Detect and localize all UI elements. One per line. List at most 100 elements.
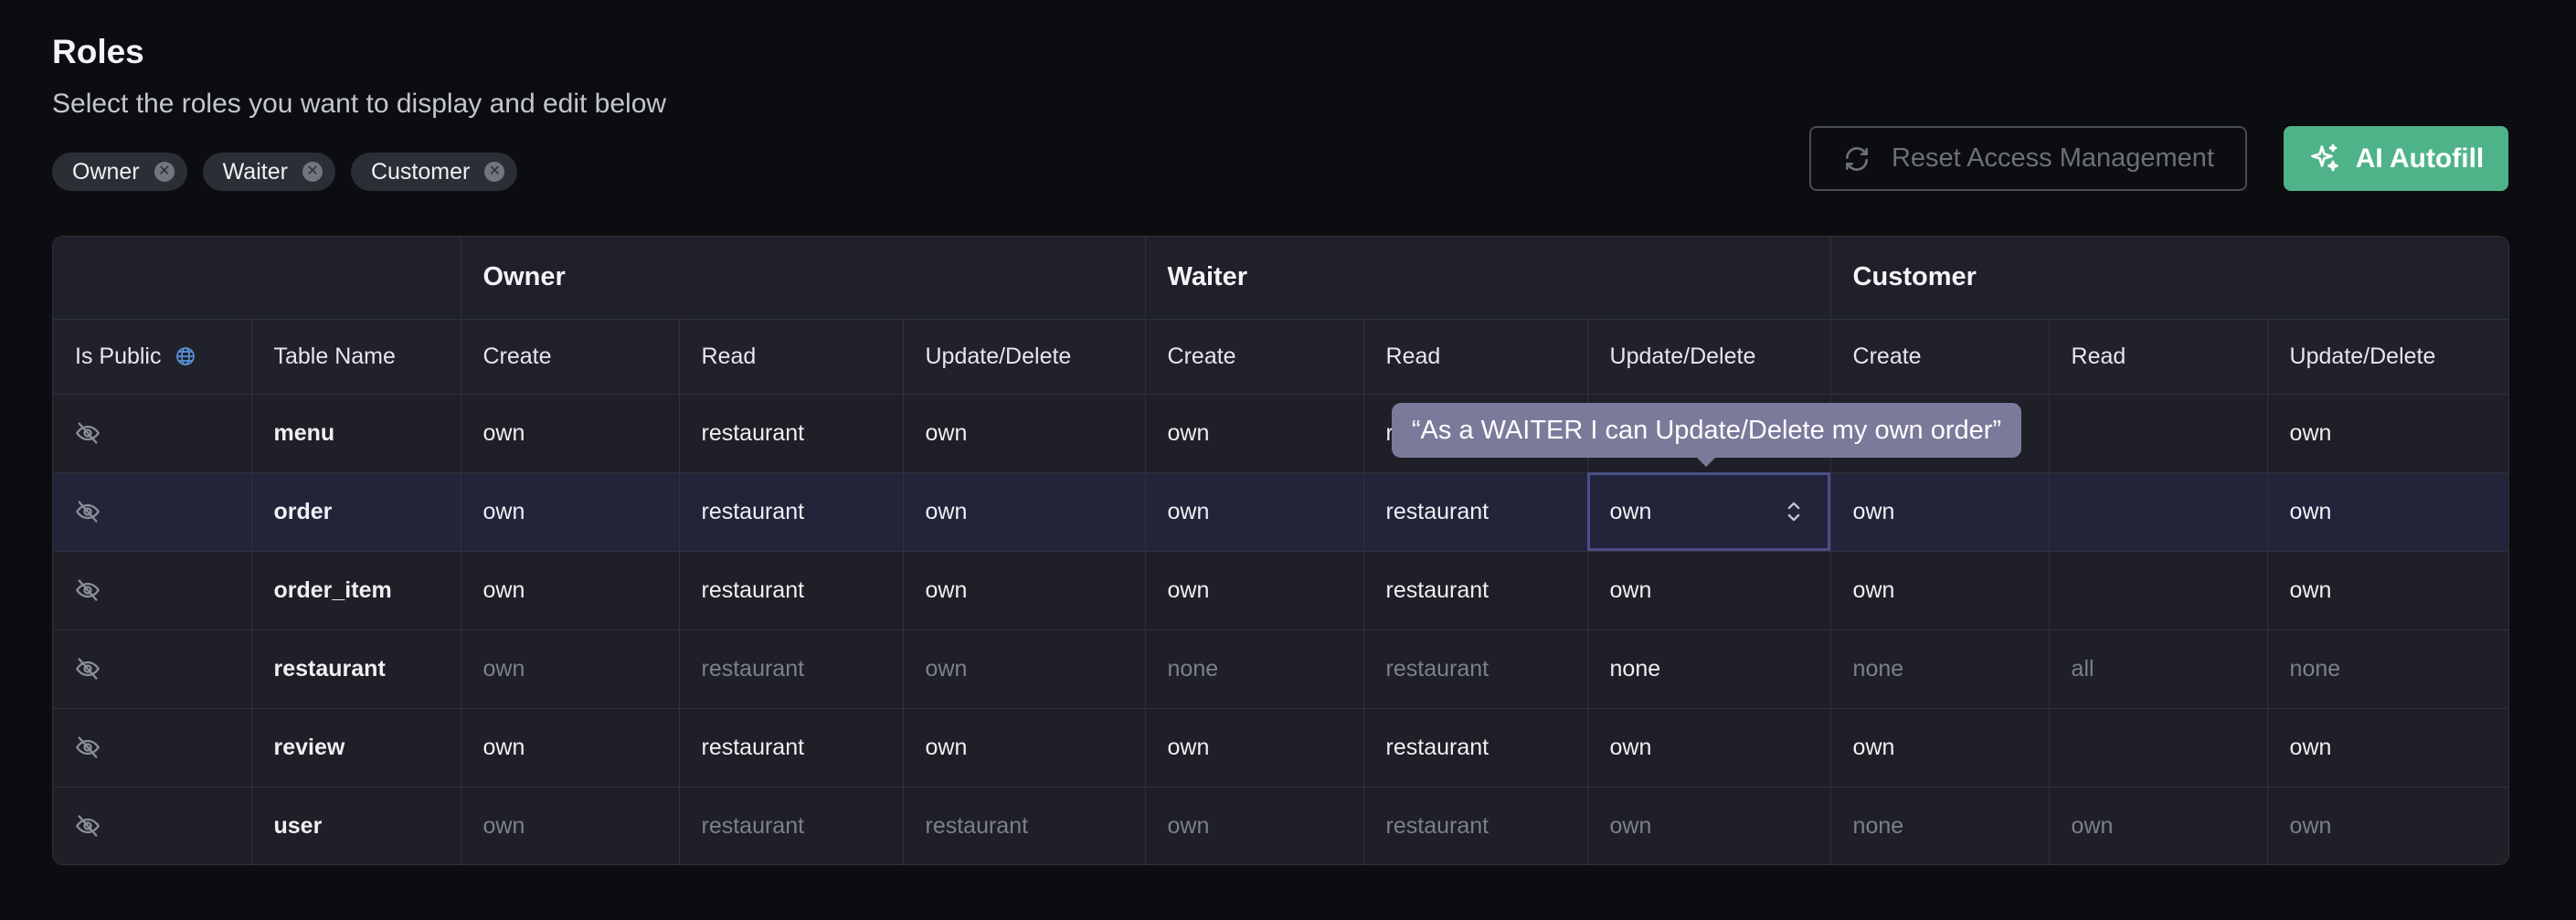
table-name-cell: restaurant — [251, 629, 461, 709]
role-chip-label: Owner — [72, 158, 140, 185]
permission-cell[interactable]: restaurant — [1363, 472, 1588, 552]
role-chip-waiter[interactable]: Waiter ✕ — [202, 153, 335, 191]
permission-cell[interactable]: own — [2267, 708, 2508, 788]
close-circle-icon[interactable]: ✕ — [302, 162, 323, 182]
permission-cell[interactable]: own — [1830, 472, 2050, 552]
permission-cell[interactable]: none — [1145, 629, 1364, 709]
column-header-waiter-read: Read — [1363, 319, 1588, 395]
permission-cell[interactable]: own — [903, 708, 1146, 788]
permission-cell[interactable]: restaurant — [679, 629, 904, 709]
permission-cell[interactable]: own — [461, 551, 680, 630]
permission-cell[interactable] — [2049, 708, 2268, 788]
role-chip-label: Waiter — [222, 158, 288, 185]
table-row: menuownrestaurantownownrestaurantown — [53, 394, 2508, 473]
column-header-owner-read: Read — [679, 319, 904, 395]
permission-cell[interactable]: own — [461, 472, 680, 552]
permission-cell[interactable]: own — [2267, 394, 2508, 473]
permission-cell[interactable]: own — [1145, 551, 1364, 630]
permission-cell[interactable]: own — [461, 708, 680, 788]
column-header-waiter-create: Create — [1145, 319, 1364, 395]
permission-cell[interactable]: own — [1145, 472, 1364, 552]
permission-cell[interactable]: own — [1830, 551, 2050, 630]
permission-cell[interactable]: restaurant — [679, 472, 904, 552]
permission-cell[interactable]: own — [1830, 708, 2050, 788]
permission-cell[interactable]: none — [1587, 629, 1831, 709]
page-title: Roles — [52, 33, 144, 70]
eye-off-icon[interactable] — [75, 499, 101, 524]
permission-cell[interactable]: own — [2049, 787, 2268, 864]
is-public-cell[interactable] — [53, 472, 252, 552]
group-header-waiter: Waiter — [1145, 237, 1831, 320]
role-chip-owner[interactable]: Owner ✕ — [52, 153, 187, 191]
close-circle-icon[interactable]: ✕ — [154, 162, 175, 182]
permission-cell[interactable]: own — [903, 551, 1146, 630]
role-chip-customer[interactable]: Customer ✕ — [350, 153, 518, 191]
permission-cell[interactable]: restaurant — [903, 787, 1146, 864]
column-header-customer-read: Read — [2049, 319, 2268, 395]
permission-cell[interactable]: restaurant — [679, 551, 904, 630]
permission-cell[interactable]: own — [1587, 787, 1831, 864]
reset-button-label: Reset Access Management — [1891, 143, 2214, 173]
reset-access-management-button[interactable]: Reset Access Management — [1809, 126, 2247, 191]
permission-cell[interactable] — [2049, 472, 2268, 552]
permission-tooltip: “As a WAITER I can Update/Delete my own … — [1392, 403, 2021, 458]
table-name-cell: review — [251, 708, 461, 788]
permission-cell[interactable]: own — [1145, 394, 1364, 473]
permission-cell[interactable]: all — [2049, 629, 2268, 709]
eye-off-icon[interactable] — [75, 735, 101, 760]
permission-cell[interactable]: own — [903, 394, 1146, 473]
page: Roles Select the roles you want to displ… — [0, 0, 2576, 920]
permission-cell[interactable] — [2049, 394, 2268, 473]
permission-cell[interactable]: own — [903, 629, 1146, 709]
permission-select-value: own — [1609, 498, 1652, 524]
permission-cell[interactable]: restaurant — [1363, 629, 1588, 709]
permission-cell[interactable]: own — [461, 629, 680, 709]
permission-cell[interactable]: restaurant — [679, 708, 904, 788]
permission-cell[interactable]: own — [2267, 551, 2508, 630]
group-header-empty — [53, 237, 461, 320]
chevron-up-down-icon[interactable] — [1786, 500, 1801, 523]
eye-off-icon[interactable] — [75, 420, 101, 446]
eye-off-icon[interactable] — [75, 656, 101, 682]
permission-cell[interactable]: none — [2267, 629, 2508, 709]
permission-cell[interactable]: restaurant — [1363, 787, 1588, 864]
role-chip-label: Customer — [370, 158, 471, 185]
is-public-cell[interactable] — [53, 787, 252, 864]
permission-cell[interactable]: restaurant — [1363, 551, 1588, 630]
permission-cell[interactable]: own — [1145, 787, 1364, 864]
permission-cell[interactable] — [2049, 551, 2268, 630]
access-table: Owner Waiter Customer Is Public Table Na… — [52, 236, 2509, 865]
permission-cell[interactable]: restaurant — [679, 787, 904, 864]
table-row: order_item own restaurant own own restaurant o… — [53, 551, 2508, 630]
column-header-is-public: Is Public — [53, 319, 252, 395]
permission-cell[interactable]: restaurant — [679, 394, 904, 473]
table-row: review own restaurant own own restaurant own ow… — [53, 708, 2508, 788]
permission-cell[interactable]: own — [1145, 708, 1364, 788]
permission-cell[interactable]: own — [2267, 472, 2508, 552]
close-circle-icon[interactable]: ✕ — [484, 162, 505, 182]
table-name-cell: order — [251, 472, 461, 552]
permission-cell[interactable]: own — [1587, 551, 1831, 630]
permission-cell[interactable]: none — [1830, 629, 2050, 709]
permission-cell[interactable]: none — [1830, 787, 2050, 864]
permission-cell[interactable]: own — [2267, 787, 2508, 864]
eye-off-icon[interactable] — [75, 813, 101, 839]
ai-autofill-button[interactable]: AI Autofill — [2284, 126, 2508, 191]
permission-cell[interactable]: own — [461, 394, 680, 473]
column-header-owner-update-delete: Update/Delete — [903, 319, 1146, 395]
is-public-cell[interactable] — [53, 551, 252, 630]
table-row: order own restaurant own own restaurant own own… — [53, 472, 2508, 552]
permission-cell[interactable]: own — [1587, 708, 1831, 788]
is-public-label: Is Public — [75, 343, 162, 369]
is-public-cell[interactable] — [53, 394, 252, 473]
permission-cell[interactable]: own — [461, 787, 680, 864]
permission-cell[interactable]: own — [903, 472, 1146, 552]
table-row: restaurant own restaurant own none restaurant… — [53, 629, 2508, 709]
eye-off-icon[interactable] — [75, 577, 101, 603]
permission-select[interactable]: own — [1587, 472, 1831, 552]
is-public-cell[interactable] — [53, 708, 252, 788]
is-public-cell[interactable] — [53, 629, 252, 709]
permission-cell[interactable]: restaurant — [1363, 708, 1588, 788]
table-name-cell: menu — [251, 394, 461, 473]
column-header-customer-create: Create — [1830, 319, 2050, 395]
